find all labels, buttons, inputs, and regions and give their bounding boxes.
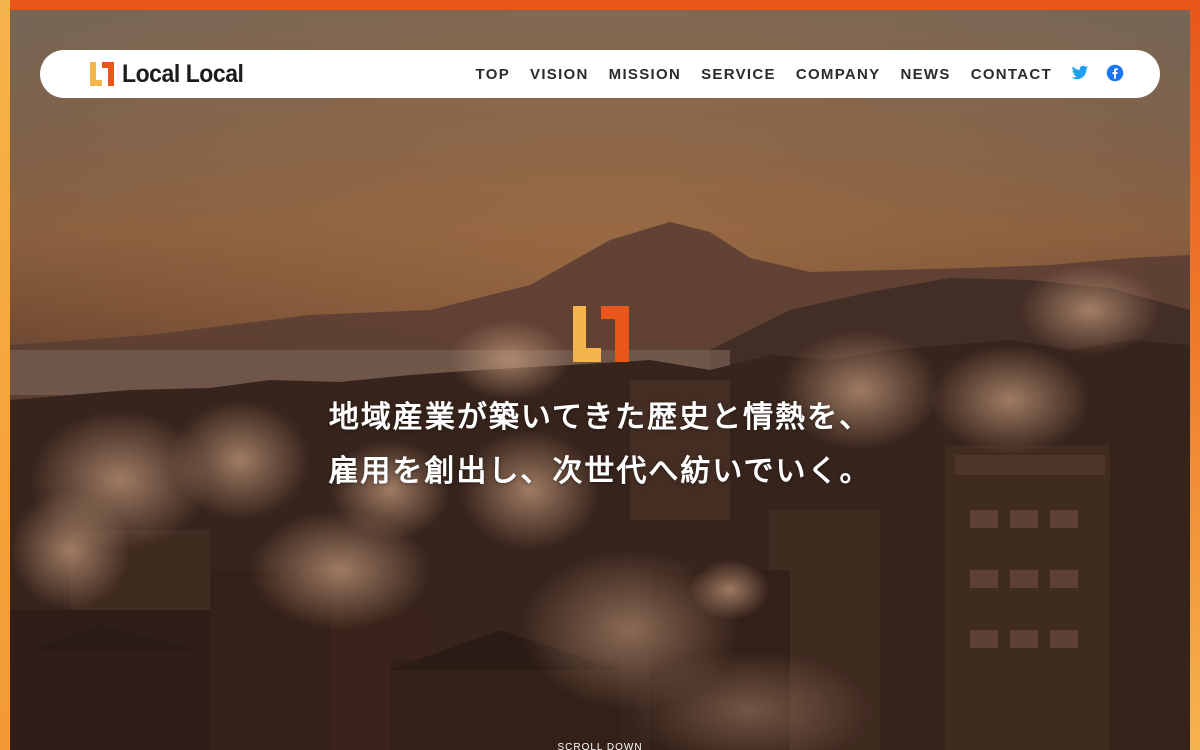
page-frame: Local Local TOP VISION MISSION SERVICE C… [0,0,1200,750]
nav-item-contact[interactable]: CONTACT [971,66,1052,83]
nav-item-top[interactable]: TOP [476,66,510,83]
logo-mark-icon [90,62,114,86]
scroll-down-label[interactable]: SCROLL DOWN [0,742,1200,750]
hero-overlay [10,10,1190,750]
frame-border-left [0,0,10,750]
nav-item-news[interactable]: NEWS [900,66,950,83]
hero-image [10,10,1190,750]
facebook-icon[interactable] [1106,64,1124,82]
logo-text: Local Local [122,60,244,88]
hero-tagline-line-1: 地域産業が築いてきた歴史と情熱を、 [328,400,872,435]
hero-logo-mark-icon [573,306,629,362]
twitter-icon[interactable] [1071,64,1089,82]
social-links [1071,64,1124,82]
nav-item-vision[interactable]: VISION [530,66,589,83]
hero-tagline-line-2: 雇用を創出し、次世代へ紡いでいく。 [328,454,872,489]
nav-item-service[interactable]: SERVICE [701,66,776,83]
frame-border-right [1190,0,1200,750]
frame-border-top [0,0,1200,10]
nav-item-mission[interactable]: MISSION [609,66,681,83]
main-menu: TOP VISION MISSION SERVICE COMPANY NEWS … [456,50,1052,98]
site-logo[interactable]: Local Local [90,61,254,87]
nav-item-company[interactable]: COMPANY [796,66,881,83]
header-nav: Local Local TOP VISION MISSION SERVICE C… [40,50,1160,98]
